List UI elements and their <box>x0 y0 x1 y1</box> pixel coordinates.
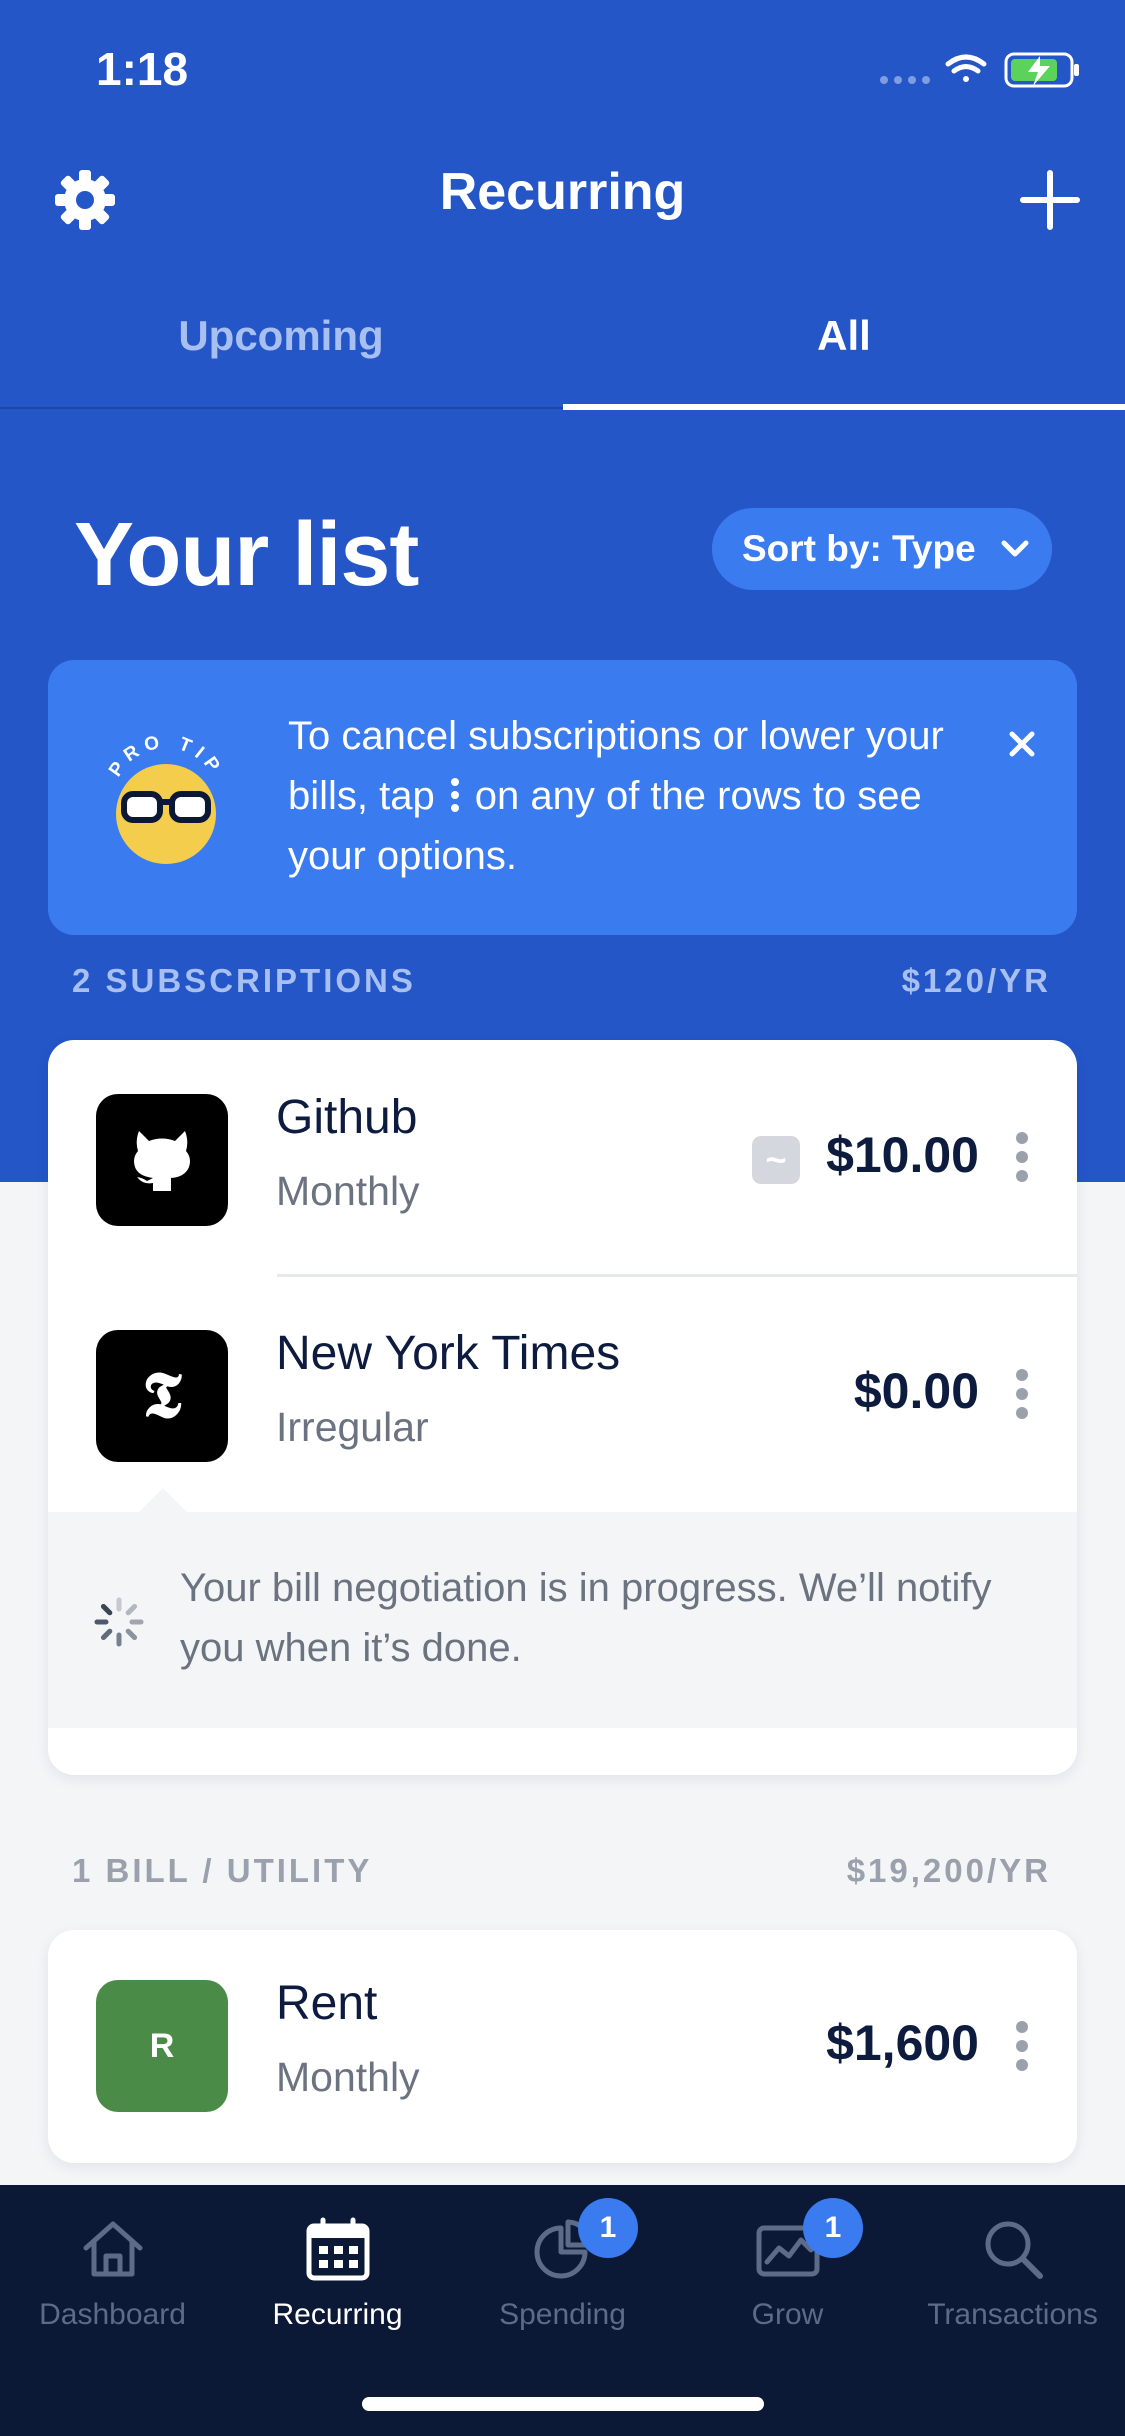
signal-icon <box>880 76 930 84</box>
pro-tip-icon: PRO TIP <box>96 730 236 870</box>
nav-dashboard[interactable]: Dashboard <box>0 2210 225 2340</box>
item-frequency: Irregular <box>276 1404 429 1450</box>
add-button[interactable] <box>1015 165 1085 235</box>
nav-transactions[interactable]: Transactions <box>900 2210 1125 2340</box>
sort-dropdown[interactable]: Sort by: Type <box>712 508 1052 590</box>
plus-icon <box>1020 170 1080 230</box>
notification-badge: 1 <box>578 2198 638 2258</box>
spinner-icon <box>94 1597 144 1647</box>
item-name: Github <box>276 1091 418 1144</box>
calendar-icon <box>306 2217 370 2281</box>
item-amount: $10.00 <box>826 1127 979 1183</box>
github-logo <box>96 1094 228 1226</box>
row-menu-button[interactable] <box>1012 1131 1032 1183</box>
negotiation-pointer <box>139 1488 187 1512</box>
tab-all[interactable]: All <box>563 312 1125 360</box>
github-icon <box>134 1131 190 1191</box>
item-name: New York Times <box>276 1327 621 1380</box>
nav-label: Dashboard <box>39 2298 186 2331</box>
home-indicator <box>362 2397 764 2411</box>
approximate-badge: ~ <box>752 1136 800 1184</box>
home-icon <box>83 2221 143 2277</box>
tab-active-indicator <box>563 404 1125 410</box>
item-name: Rent <box>276 1977 378 2030</box>
section-total-bills: $19,200/YR <box>846 1852 1051 1889</box>
nav-label: Transactions <box>927 2298 1098 2331</box>
nyt-logo: 𝕿 <box>96 1330 228 1462</box>
nav-label: Spending <box>499 2298 626 2331</box>
item-amount: $1,600 <box>826 2015 979 2071</box>
row-menu-button[interactable] <box>1012 1368 1032 1420</box>
nav-label: Recurring <box>272 2298 403 2331</box>
status-icons <box>878 48 1088 92</box>
item-amount: $0.00 <box>853 1363 979 1419</box>
notification-badge: 1 <box>803 2198 863 2258</box>
nav-spending[interactable]: 1 Spending <box>450 2198 675 2340</box>
close-tip-button[interactable] <box>1000 722 1044 766</box>
nyt-icon: 𝕿 <box>142 1358 182 1433</box>
status-time: 1:18 <box>96 43 189 95</box>
search-icon <box>985 2221 1043 2279</box>
section-total-subscriptions: $120/YR <box>901 962 1051 999</box>
nav-grow[interactable]: 1 Grow <box>675 2198 900 2340</box>
nav-recurring[interactable]: Recurring <box>225 2210 450 2340</box>
item-frequency: Monthly <box>276 1168 420 1214</box>
rent-logo: R <box>96 1980 228 2112</box>
pro-tip-text: To cancel subscriptions or lower your bi… <box>288 706 948 886</box>
wifi-icon <box>945 54 987 82</box>
negotiation-note: Your bill negotiation is in progress. We… <box>180 1566 992 1670</box>
page-title: Recurring <box>439 163 686 221</box>
more-vertical-icon <box>1016 2021 1028 2071</box>
section-label-subscriptions: 2 SUBSCRIPTIONS <box>72 962 416 999</box>
list-title: Your list <box>74 505 419 605</box>
chevron-down-icon <box>1001 540 1029 557</box>
nav-label: Grow <box>751 2298 824 2331</box>
sort-label: Sort by: Type <box>742 528 976 569</box>
more-vertical-icon <box>450 778 459 812</box>
close-icon <box>1009 731 1035 757</box>
battery-charging-icon <box>1004 52 1079 88</box>
tab-upcoming[interactable]: Upcoming <box>0 312 562 360</box>
more-vertical-icon <box>1016 1369 1028 1419</box>
section-label-bills: 1 BILL / UTILITY <box>72 1852 373 1889</box>
row-menu-button[interactable] <box>1012 2020 1032 2072</box>
more-vertical-icon <box>1016 1132 1028 1182</box>
item-frequency: Monthly <box>276 2054 420 2100</box>
